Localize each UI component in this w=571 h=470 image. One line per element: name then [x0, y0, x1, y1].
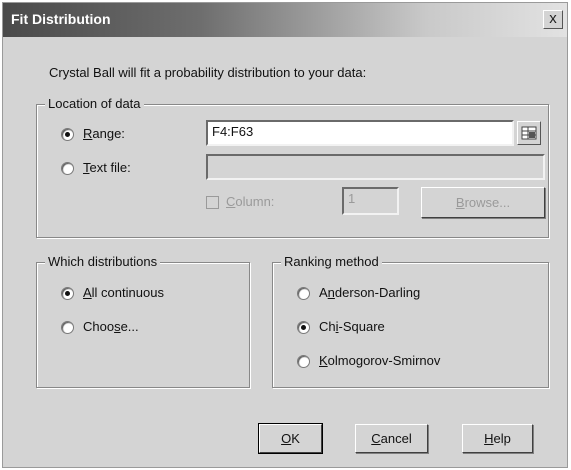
text-file-input[interactable]: [206, 154, 545, 180]
choose-radio[interactable]: [61, 321, 74, 334]
ranking-method-group: Ranking method Anderson-Darling Chi-Squa…: [272, 254, 549, 388]
ok-button[interactable]: OK: [258, 423, 323, 454]
cancel-button[interactable]: Cancel: [355, 424, 428, 453]
all-continuous-label: All continuous: [83, 285, 164, 300]
help-button[interactable]: Help: [462, 424, 533, 453]
choose-label: Choose...: [83, 319, 139, 334]
text-file-radio[interactable]: [61, 162, 74, 175]
chi-square-label: Chi-Square: [319, 319, 385, 334]
radio-selected-dot: [65, 291, 70, 296]
window-title: Fit Distribution: [11, 11, 111, 27]
range-radio[interactable]: [61, 128, 74, 141]
column-label: Column:: [226, 194, 275, 209]
column-checkbox[interactable]: [206, 196, 219, 209]
kolmogorov-smirnov-radio[interactable]: [297, 355, 310, 368]
range-label: Range:: [83, 126, 125, 141]
distributions-group-legend: Which distributions: [45, 254, 161, 269]
anderson-darling-label: Anderson-Darling: [319, 285, 421, 300]
range-input[interactable]: F4:F63: [206, 120, 514, 146]
radio-selected-dot: [65, 132, 70, 137]
anderson-darling-radio[interactable]: [297, 287, 310, 300]
title-bar[interactable]: Fit Distribution x: [3, 3, 567, 37]
radio-selected-dot: [301, 325, 306, 330]
location-of-data-group: Location of data Range: F4:F63 Text file…: [36, 96, 549, 238]
intro-text: Crystal Ball will fit a probability dist…: [49, 65, 367, 80]
kolmogorov-smirnov-label: Kolmogorov-Smirnov: [319, 353, 441, 368]
cell-range-picker-icon: [521, 126, 537, 140]
close-icon: x: [549, 10, 557, 27]
chi-square-radio[interactable]: [297, 321, 310, 334]
which-distributions-group: Which distributions All continuous Choos…: [36, 254, 250, 388]
text-file-label: Text file:: [83, 160, 131, 175]
ranking-group-legend: Ranking method: [281, 254, 382, 269]
browse-button[interactable]: Browse...: [421, 187, 545, 218]
all-continuous-radio[interactable]: [61, 287, 74, 300]
column-input[interactable]: 1: [342, 187, 399, 215]
range-picker-button[interactable]: [517, 121, 541, 145]
location-group-legend: Location of data: [45, 96, 144, 111]
fit-distribution-dialog: Fit Distribution x Crystal Ball will fit…: [2, 2, 568, 468]
close-button[interactable]: x: [543, 10, 563, 29]
